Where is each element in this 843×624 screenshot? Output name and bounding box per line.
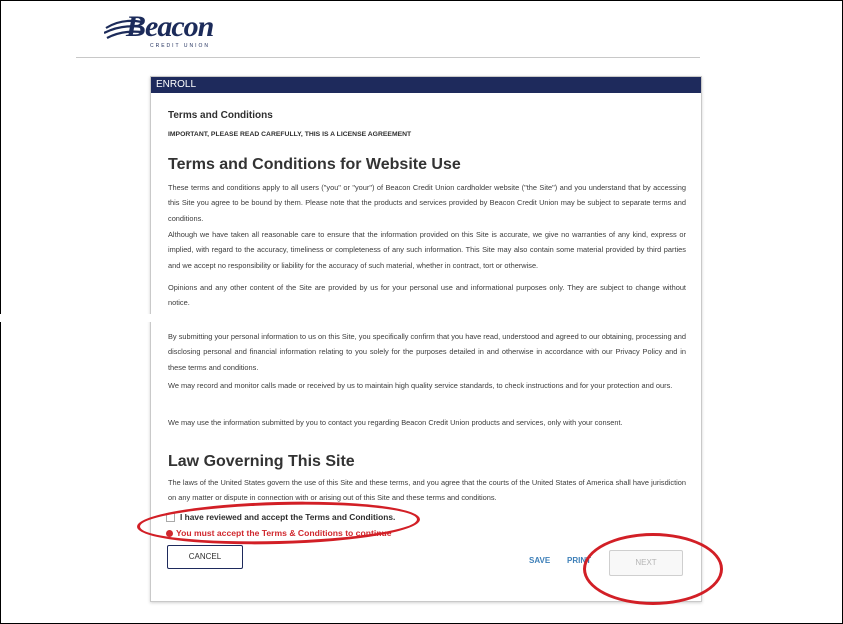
paragraph-1: These terms and conditions apply to all … bbox=[168, 183, 686, 223]
header-divider bbox=[76, 57, 700, 58]
paragraph-6: We may use the information submitted by … bbox=[168, 418, 623, 427]
paragraph-3: Opinions and any other content of the Si… bbox=[168, 283, 686, 308]
logo-wordmark: Beacon bbox=[126, 10, 214, 43]
save-link[interactable]: SAVE bbox=[529, 556, 550, 565]
logo-subtitle: CREDIT UNION bbox=[150, 43, 211, 49]
paragraph-5: We may record and monitor calls made or … bbox=[168, 381, 673, 390]
panel-header: ENROLL bbox=[151, 77, 701, 93]
paragraph-4: By submitting your personal information … bbox=[168, 332, 686, 372]
cancel-button[interactable]: CANCEL bbox=[167, 545, 243, 569]
section-title: Terms and Conditions bbox=[168, 110, 273, 121]
annotation-circle-next bbox=[583, 533, 723, 605]
license-notice: IMPORTANT, PLEASE READ CAREFULLY, THIS I… bbox=[168, 131, 412, 138]
page-gap bbox=[0, 314, 160, 322]
paragraph-2: Although we have taken all reasonable ca… bbox=[168, 230, 686, 270]
heading-law: Law Governing This Site bbox=[168, 453, 355, 470]
beacon-logo[interactable]: Beacon CREDIT UNION bbox=[104, 8, 232, 52]
law-paragraph: The laws of the United States govern the… bbox=[168, 478, 686, 503]
heading-website-use: Terms and Conditions for Website Use bbox=[168, 156, 461, 173]
